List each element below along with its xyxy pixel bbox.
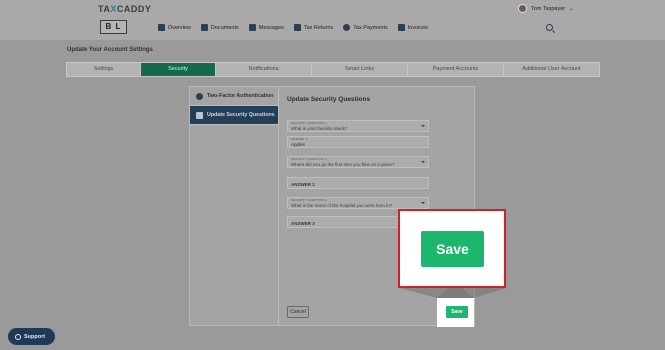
- spotlight-funnel: [399, 288, 506, 298]
- save-button[interactable]: Save: [446, 306, 468, 318]
- save-highlight: Save: [437, 298, 474, 327]
- save-button-zoomed[interactable]: Save: [421, 231, 484, 267]
- help-icon: [15, 333, 21, 340]
- save-callout: Save: [398, 209, 506, 288]
- support-button[interactable]: Support: [8, 328, 55, 345]
